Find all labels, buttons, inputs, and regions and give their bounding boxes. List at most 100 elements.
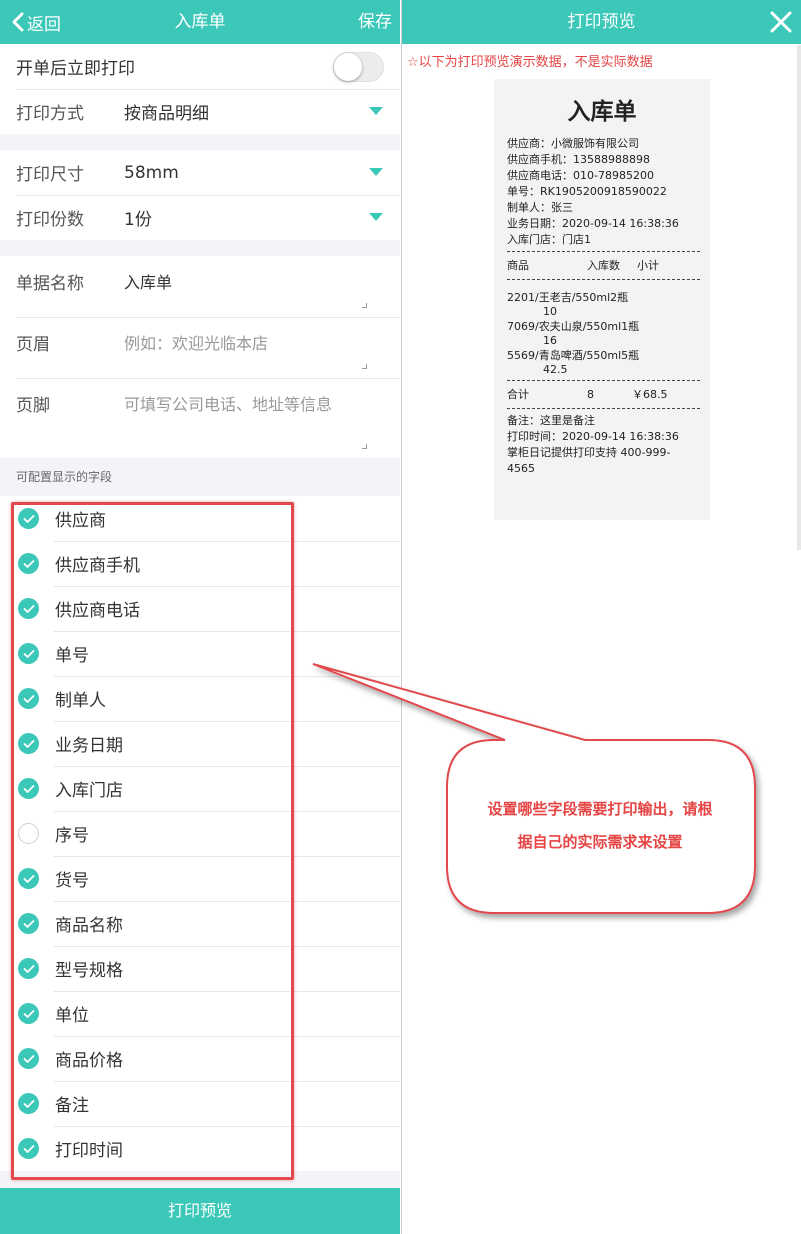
field-label: 序号: [55, 826, 89, 846]
print-copies-label: 打印份数: [16, 210, 84, 230]
field-label: 单号: [55, 646, 89, 666]
callout-line-1: 设置哪些字段需要打印输出，请根: [487, 800, 713, 818]
doc-name-input[interactable]: 入库单: [124, 269, 172, 293]
unchecked-circle-icon[interactable]: [18, 823, 39, 844]
field-option[interactable]: 型号规格: [0, 946, 400, 991]
field-label: 型号规格: [55, 961, 123, 981]
field-option[interactable]: 供应商: [0, 496, 400, 541]
checked-circle-icon[interactable]: [18, 913, 39, 934]
checked-circle-icon[interactable]: [18, 778, 39, 799]
print-copies-value: 1份: [124, 210, 152, 230]
caret-down-icon: [369, 107, 383, 115]
checked-circle-icon[interactable]: [18, 733, 39, 754]
resize-grip-icon[interactable]: [362, 303, 367, 308]
checked-circle-icon[interactable]: [18, 958, 39, 979]
field-option[interactable]: 商品名称: [0, 901, 400, 946]
scrollbar[interactable]: [797, 45, 801, 550]
settings-pane: 返回 入库单 保存 开单后立即打印 打印方式 按商品明细 打印尺寸 58mm 打…: [0, 0, 400, 1234]
checked-circle-icon[interactable]: [18, 868, 39, 889]
toggle-knob: [334, 53, 362, 81]
field-option[interactable]: 业务日期: [0, 721, 400, 766]
receipt-item-name: 5569/青岛啤酒/550ml5瓶: [507, 349, 640, 362]
checked-circle-icon[interactable]: [18, 688, 39, 709]
checked-circle-icon[interactable]: [18, 643, 39, 664]
receipt-info-line: 入库门店：门店1: [507, 233, 591, 246]
callout-line-2: 据自己的实际需求来设置: [517, 833, 683, 851]
close-icon[interactable]: [770, 11, 792, 33]
checked-circle-icon[interactable]: [18, 1138, 39, 1159]
field-option[interactable]: 入库门店: [0, 766, 400, 811]
footer-label: 页脚: [16, 396, 50, 416]
field-label: 商品名称: [55, 916, 123, 936]
checked-circle-icon[interactable]: [18, 1048, 39, 1069]
divider: [507, 380, 700, 381]
save-button[interactable]: 保存: [358, 0, 392, 44]
field-label: 业务日期: [55, 736, 123, 756]
field-option[interactable]: 单号: [0, 631, 400, 676]
total-amount: ￥68.5: [632, 388, 668, 401]
divider: [507, 251, 700, 252]
print-copies-select[interactable]: 打印份数 1份: [0, 195, 400, 240]
checked-circle-icon[interactable]: [18, 1093, 39, 1114]
checked-circle-icon[interactable]: [18, 553, 39, 574]
receipt-footer-line: 4565: [507, 462, 535, 475]
print-immediately-toggle[interactable]: [333, 52, 384, 82]
print-mode-select[interactable]: 打印方式 按商品明细: [0, 89, 400, 134]
receipt-preview: 入库单 供应商：小微服饰有限公司 供应商手机：13588988898 供应商电话：0…: [494, 79, 710, 520]
receipt-footer-line: 备注：这里是备注: [507, 414, 595, 427]
header-input[interactable]: 例如：欢迎光临本店: [124, 330, 268, 354]
divider: [507, 279, 700, 280]
field-label: 制单人: [55, 691, 106, 711]
field-option[interactable]: 供应商电话: [0, 586, 400, 631]
paper-settings-group: 打印尺寸 58mm 打印份数 1份: [0, 150, 400, 240]
field-option[interactable]: 单位: [0, 991, 400, 1036]
field-label: 备注: [55, 1096, 89, 1116]
checked-circle-icon[interactable]: [18, 1003, 39, 1024]
field-option[interactable]: 打印时间: [0, 1126, 400, 1171]
preview-title: 打印预览: [567, 12, 636, 32]
field-label: 供应商电话: [55, 601, 140, 621]
field-option[interactable]: 制单人: [0, 676, 400, 721]
print-size-label: 打印尺寸: [16, 165, 84, 185]
receipt-item-name: 7069/农夫山泉/550ml1瓶: [507, 320, 640, 333]
fields-section-title: 可配置显示的字段: [16, 470, 113, 484]
field-option[interactable]: 供应商手机: [0, 541, 400, 586]
doc-name-row: 单据名称 入库单: [0, 256, 400, 317]
receipt-item-qty: 16: [543, 334, 557, 347]
checked-circle-icon[interactable]: [18, 598, 39, 619]
col-qty: 入库数: [587, 259, 620, 272]
resize-grip-icon[interactable]: [362, 444, 367, 449]
receipt-items: 2201/王老吉/550ml2瓶 10 7069/农夫山泉/550ml1瓶 16 556…: [507, 284, 700, 377]
field-label: 单位: [55, 1006, 89, 1026]
checked-circle-icon[interactable]: [18, 508, 39, 529]
field-list: 供应商供应商手机供应商电话单号制单人业务日期入库门店序号货号商品名称型号规格单位…: [0, 496, 400, 1171]
header-row: 页眉 例如：欢迎光临本店: [0, 317, 400, 378]
preview-top-bar: 打印预览: [402, 0, 801, 44]
print-immediately-label: 开单后立即打印: [16, 59, 135, 79]
field-label: 入库门店: [55, 781, 123, 801]
field-option[interactable]: 商品价格: [0, 1036, 400, 1081]
print-immediately-row: 开单后立即打印: [0, 44, 400, 89]
page-title: 入库单: [174, 12, 226, 32]
demo-notice: ☆以下为打印预览演示数据，不是实际数据: [407, 55, 653, 70]
receipt-title: 入库单: [567, 99, 637, 125]
print-settings-group: 开单后立即打印 打印方式 按商品明细: [0, 44, 400, 134]
field-label: 供应商: [55, 511, 106, 531]
print-preview-button[interactable]: 打印预览: [0, 1188, 400, 1234]
top-nav-bar: 返回 入库单 保存: [0, 0, 400, 44]
footer-input[interactable]: 可填写公司电话、地址等信息: [124, 391, 332, 415]
receipt-footer: 备注：这里是备注 打印时间：2020-09-14 16:38:36 掌柜日记提供打印…: [507, 413, 700, 477]
col-subtotal: 小计: [637, 259, 659, 272]
print-size-select[interactable]: 打印尺寸 58mm: [0, 150, 400, 195]
field-option[interactable]: 货号: [0, 856, 400, 901]
field-option[interactable]: 序号: [0, 811, 400, 856]
divider: [507, 408, 700, 409]
print-mode-value: 按商品明细: [124, 104, 209, 124]
field-option[interactable]: 备注: [0, 1081, 400, 1126]
field-label: 供应商手机: [55, 556, 140, 576]
field-label: 商品价格: [55, 1051, 123, 1071]
resize-grip-icon[interactable]: [362, 364, 367, 369]
receipt-info-line: 单号：RK1905200918590022: [507, 185, 667, 198]
col-product: 商品: [507, 259, 529, 272]
field-label: 货号: [55, 871, 89, 891]
